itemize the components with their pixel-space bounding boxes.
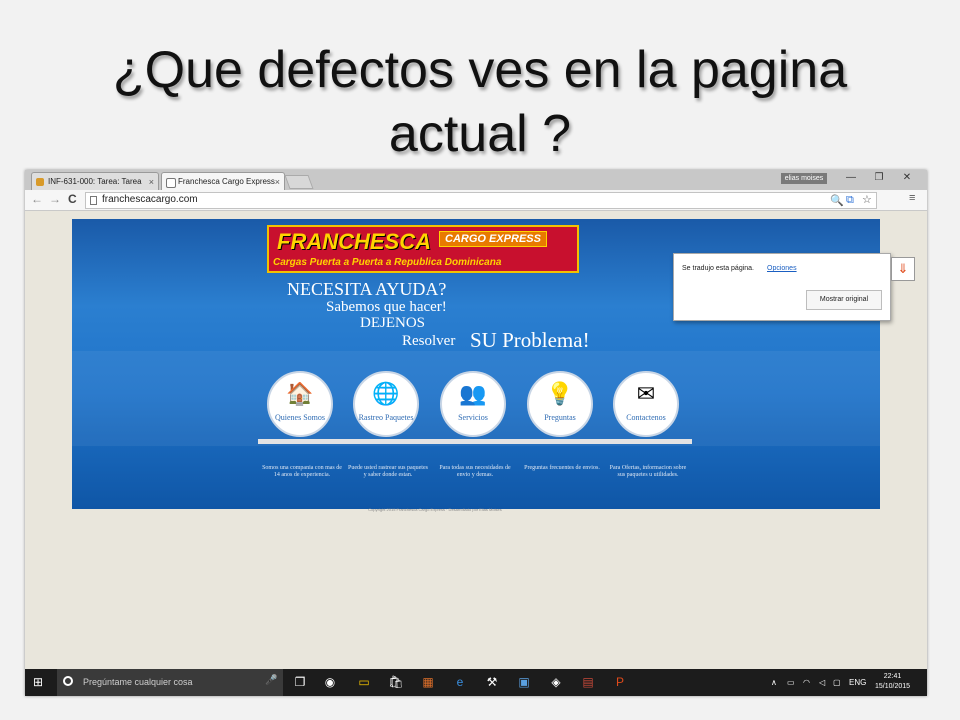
close-tab-icon[interactable]: × [275, 173, 280, 191]
store-icon[interactable]: 🛍 [387, 674, 405, 690]
translate-message: Se tradujo esta página. [682, 265, 754, 272]
tab-label: INF-631-000: Tarea: Tarea [48, 177, 142, 186]
logo-subtitle: Cargas Puerta a Puerta a Republica Domin… [273, 257, 502, 268]
slide-title-line-1: ¿Que defectos ves en la pagina [112, 41, 848, 99]
lightbulb-icon: 💡 [546, 381, 574, 406]
page-content: FRANCHESCA CARGO EXPRESS Cargas Puerta a… [25, 211, 927, 669]
tools-icon[interactable]: ⚒ [483, 674, 501, 690]
franchesca-logo[interactable]: FRANCHESCA CARGO EXPRESS Cargas Puerta a… [267, 225, 579, 273]
slide-title-line-2: actual ? [388, 105, 572, 163]
maximize-icon[interactable]: ❐ [869, 172, 889, 183]
address-bar[interactable]: franchescacargo.com 🔍 ⧉ ☆ [85, 192, 877, 209]
user-badge[interactable]: elias moises [781, 173, 827, 184]
zoom-icon[interactable]: 🔍 [830, 194, 844, 207]
photos-icon[interactable]: ▣ [515, 674, 533, 690]
close-tab-icon[interactable]: × [149, 173, 154, 191]
desc-rastreo-paquetes: Puede usted rastrear sus paquetes y sabe… [348, 465, 428, 478]
chrome-icon[interactable]: ◉ [321, 674, 339, 690]
desc-servicios: Para todas sus necesidades de envio y de… [439, 465, 511, 478]
logo-tag: CARGO EXPRESS [439, 231, 547, 247]
back-icon[interactable]: ← [31, 192, 43, 206]
microphone-icon[interactable]: 🎤 [265, 675, 277, 686]
browser-toolbar: ← → C franchescacargo.com 🔍 ⧉ ☆ ≡ [25, 190, 927, 211]
cortana-search-box[interactable]: Pregúntame cualquier cosa 🎤 [57, 669, 283, 696]
search-placeholder: Pregúntame cualquier cosa [83, 677, 193, 687]
page-icon [166, 178, 176, 188]
desc-quienes-somos: Somos una compania con mas de 14 anos de… [262, 465, 342, 478]
cortana-icon [63, 676, 73, 686]
people-icon: 👥 [459, 381, 487, 406]
help-line-5: SU Problema! [470, 328, 590, 352]
menu-circle: 🌐 Rastreo Paquetes [353, 371, 419, 437]
language-indicator[interactable]: ENG [849, 678, 866, 687]
menu-circle: 💡 Preguntas [527, 371, 593, 437]
menu-item-preguntas[interactable]: 💡 Preguntas [527, 371, 597, 437]
page-icon [90, 196, 97, 205]
tab-label: Franchesca Cargo Express [178, 177, 275, 186]
tray-chevron-icon[interactable]: ∧ [771, 678, 777, 687]
menu-label: Servicios [458, 413, 488, 422]
help-line-2: Sabemos que hacer! [326, 299, 447, 315]
wifi-icon[interactable]: ◠ [803, 678, 810, 687]
help-line-1: NECESITA AYUDA? [287, 279, 447, 299]
desc-contactenos: Para Ofertas, informacion sobre sus paqu… [609, 465, 687, 478]
menu-item-rastreo-paquetes[interactable]: 🌐 Rastreo Paquetes [353, 371, 423, 437]
minimize-icon[interactable]: — [841, 172, 861, 183]
menu-circle: ✉ Contactenos [613, 371, 679, 437]
slide-title: ¿Que defectos ves en la pagina actual ? [0, 38, 960, 166]
volume-icon[interactable]: ◁ [819, 678, 825, 687]
moodle-icon [36, 178, 44, 186]
network-app-icon[interactable]: ◈ [547, 674, 565, 690]
tab-strip: INF-631-000: Tarea: Tarea × Franchesca C… [25, 170, 927, 190]
translate-options-link[interactable]: Opciones [767, 265, 797, 272]
menu-label: Contactenos [626, 413, 666, 422]
apps-grid-icon[interactable]: ▦ [419, 674, 437, 690]
menu-shelf [258, 439, 692, 444]
windows-start-icon[interactable]: ⊞ [33, 675, 43, 689]
logo-name: FRANCHESCA [277, 229, 431, 254]
translate-popup: Se tradujo esta página. Opciones Mostrar… [673, 253, 891, 321]
menu-circle: 👥 Servicios [440, 371, 506, 437]
notification-icon[interactable]: ▢ [833, 678, 841, 687]
edge-icon[interactable]: e [451, 674, 469, 690]
menu-label: Rastreo Paquetes [358, 413, 414, 422]
star-icon[interactable]: ☆ [862, 193, 872, 206]
menu-circle: 🏠 Quienes Somos [267, 371, 333, 437]
powerpoint-icon[interactable]: P [611, 674, 629, 690]
show-original-button[interactable]: Mostrar original [806, 290, 882, 310]
clock-time: 22:41 [883, 673, 902, 680]
new-tab-button[interactable] [284, 175, 314, 189]
battery-icon[interactable]: ▭ [787, 678, 795, 687]
desc-preguntas: Preguntas frecuentes de envios. [524, 465, 600, 471]
menu-item-servicios[interactable]: 👥 Servicios [440, 371, 510, 437]
translate-icon[interactable]: ⧉ [846, 194, 854, 207]
house-icon: 🏠 [286, 381, 314, 406]
scroll-down-arrow-icon[interactable]: ⇓ [891, 257, 915, 281]
taskbar-clock[interactable]: 22:41 15/10/2015 [875, 672, 910, 692]
windows-taskbar: ⊞ Pregúntame cualquier cosa 🎤 ❐ ◉ ▭ 🛍 ▦ … [25, 669, 927, 696]
globe-icon: 🌐 [372, 381, 400, 406]
menu-label: Preguntas [544, 413, 576, 422]
flag-app-icon[interactable]: ▤ [579, 674, 597, 690]
browser-screenshot: INF-631-000: Tarea: Tarea × Franchesca C… [25, 170, 927, 696]
copyright-text: Copyright 2015 Franchesca Cargo Express … [368, 507, 502, 512]
help-line-3: DEJENOS [360, 315, 426, 331]
help-line-4: Resolver [402, 333, 456, 349]
menu-item-contactenos[interactable]: ✉ Contactenos [613, 371, 683, 437]
url-text[interactable]: franchescacargo.com [102, 194, 198, 205]
clock-date: 15/10/2015 [875, 683, 911, 690]
close-window-icon[interactable]: ✕ [897, 172, 917, 183]
menu-item-quienes-somos[interactable]: 🏠 Quienes Somos [267, 371, 337, 437]
forward-icon[interactable]: → [49, 192, 61, 206]
file-explorer-icon[interactable]: ▭ [355, 674, 373, 690]
tab-inf-tarea[interactable]: INF-631-000: Tarea: Tarea × [31, 172, 159, 190]
menu-icon[interactable]: ≡ [909, 192, 915, 204]
menu-label: Quienes Somos [275, 413, 325, 422]
task-view-icon[interactable]: ❐ [291, 674, 309, 690]
mail-icon: ✉ [636, 381, 656, 406]
reload-icon[interactable]: C [68, 192, 77, 206]
tab-franchesca[interactable]: Franchesca Cargo Express × [161, 172, 285, 190]
